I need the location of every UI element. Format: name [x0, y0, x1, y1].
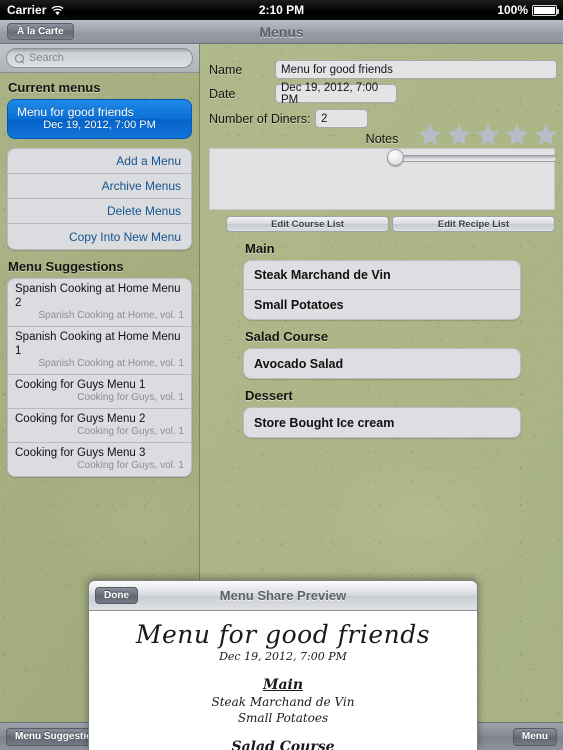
preview-recipe: Small Potatoes	[237, 711, 329, 725]
archive-menus-button[interactable]: Archive Menus	[8, 174, 191, 199]
list-item-suggestion[interactable]: Spanish Cooking at Home Menu 1 Spanish C…	[8, 327, 191, 375]
add-a-menu-button[interactable]: Add a Menu	[8, 149, 191, 174]
edit-buttons-row: Edit Course List Edit Recipe List	[226, 216, 555, 232]
course-header-salad: Salad Course	[245, 329, 329, 344]
star-icon[interactable]	[534, 123, 558, 146]
modal-body: Menu for good friends Dec 19, 2012, 7:00…	[89, 611, 477, 750]
modal-title: Menu Share Preview	[219, 588, 347, 603]
date-input[interactable]: Dec 19, 2012, 7:00 PM	[275, 82, 397, 106]
suggestion-title: Cooking for Guys Menu 2	[15, 413, 146, 425]
preview-course-header-main: Main	[262, 677, 304, 693]
name-input[interactable]: Menu for good friends	[275, 60, 557, 79]
diners-label: Number of Diners:	[209, 111, 311, 126]
sidebar-content: Search Current menus Menu for good frien…	[0, 44, 199, 477]
suggestion-title: Cooking for Guys Menu 3	[15, 447, 146, 459]
battery-percent-label: 100%	[497, 3, 528, 17]
menu-share-preview-modal: Done Menu Share Preview Menu for good fr…	[88, 580, 478, 750]
preview-recipe: Steak Marchand de Vin	[211, 695, 355, 709]
date-field-row: Date Dec 19, 2012, 7:00 PM	[201, 82, 563, 106]
suggestion-source: Spanish Cooking at Home, vol. 1	[38, 358, 184, 369]
suggestion-source: Cooking for Guys, vol. 1	[77, 426, 184, 437]
search-bar: Search	[0, 44, 199, 73]
suggestion-source: Cooking for Guys, vol. 1	[77, 460, 184, 471]
course-items-salad: Avocado Salad	[243, 348, 521, 379]
current-menu-title: Menu for good friends	[17, 105, 134, 119]
search-placeholder: Search	[29, 52, 64, 64]
current-menu-subtitle: Dec 19, 2012, 7:00 PM	[43, 119, 156, 131]
star-icon[interactable]	[418, 123, 442, 146]
status-bar: Carrier 2:10 PM 100%	[0, 0, 563, 20]
preview-course-header-salad: Salad Course	[231, 739, 335, 750]
course-items-dessert: Store Bought Ice cream	[243, 407, 521, 438]
page-title: Menus	[259, 23, 304, 40]
suggestion-title: Cooking for Guys Menu 1	[15, 379, 146, 391]
preview-menu-date: Dec 19, 2012, 7:00 PM	[219, 650, 347, 663]
star-icon[interactable]	[505, 123, 529, 146]
edit-course-list-button[interactable]: Edit Course List	[226, 216, 389, 232]
list-item-suggestion[interactable]: Cooking for Guys Menu 3 Cooking for Guys…	[8, 443, 191, 476]
list-item-suggestion[interactable]: Spanish Cooking at Home Menu 2 Spanish C…	[8, 279, 191, 327]
status-bar-right: 100%	[497, 3, 559, 17]
menu-actions-list: Add a Menu Archive Menus Delete Menus Co…	[7, 148, 192, 250]
suggestion-source: Cooking for Guys, vol. 1	[77, 392, 184, 403]
rating-slider-thumb[interactable]	[387, 149, 404, 166]
star-icon[interactable]	[476, 123, 500, 146]
rating-slider-track[interactable]	[390, 155, 557, 162]
name-field-row: Name Menu for good friends	[201, 60, 563, 79]
date-label: Date	[209, 86, 236, 101]
navigation-bar: À la Carte Menus	[0, 20, 563, 44]
status-bar-clock: 2:10 PM	[258, 3, 305, 17]
modal-title-bar: Done Menu Share Preview	[89, 581, 477, 611]
current-menus-list: Menu for good friends Dec 19, 2012, 7:00…	[7, 99, 192, 139]
search-icon	[15, 53, 24, 63]
edit-recipe-list-button[interactable]: Edit Recipe List	[392, 216, 555, 232]
list-item-recipe[interactable]: Store Bought Ice cream	[244, 408, 520, 437]
list-item-suggestion[interactable]: Cooking for Guys Menu 1 Cooking for Guys…	[8, 375, 191, 409]
menu-suggestions-list: Spanish Cooking at Home Menu 2 Spanish C…	[7, 278, 192, 477]
search-input[interactable]: Search	[6, 48, 193, 68]
name-label: Name	[209, 62, 243, 77]
list-item-suggestion[interactable]: Cooking for Guys Menu 2 Cooking for Guys…	[8, 409, 191, 443]
copy-into-new-menu-button[interactable]: Copy Into New Menu	[8, 224, 191, 249]
suggestion-title: Spanish Cooking at Home Menu 2	[15, 283, 181, 309]
list-item-recipe[interactable]: Small Potatoes	[244, 290, 520, 319]
rating-stars[interactable]	[418, 123, 558, 146]
course-items-main: Steak Marchand de Vin Small Potatoes	[243, 260, 521, 320]
preview-menu-title: Menu for good friends	[135, 620, 431, 649]
menu-suggestions-header: Menu Suggestions	[8, 259, 124, 274]
course-header-dessert: Dessert	[245, 388, 293, 403]
battery-icon	[532, 4, 559, 16]
suggestion-source: Spanish Cooking at Home, vol. 1	[38, 310, 184, 321]
suggestion-title: Spanish Cooking at Home Menu 1	[15, 331, 181, 357]
star-icon[interactable]	[447, 123, 471, 146]
delete-menus-button[interactable]: Delete Menus	[8, 199, 191, 224]
current-menus-header: Current menus	[8, 80, 101, 95]
list-item-current-menu[interactable]: Menu for good friends Dec 19, 2012, 7:00…	[7, 99, 192, 139]
list-item-recipe[interactable]: Steak Marchand de Vin	[244, 261, 520, 290]
course-header-main: Main	[245, 241, 275, 256]
diners-input[interactable]: 2	[315, 109, 368, 128]
menu-button[interactable]: Menu	[512, 727, 557, 746]
list-item-recipe[interactable]: Avocado Salad	[244, 349, 520, 378]
